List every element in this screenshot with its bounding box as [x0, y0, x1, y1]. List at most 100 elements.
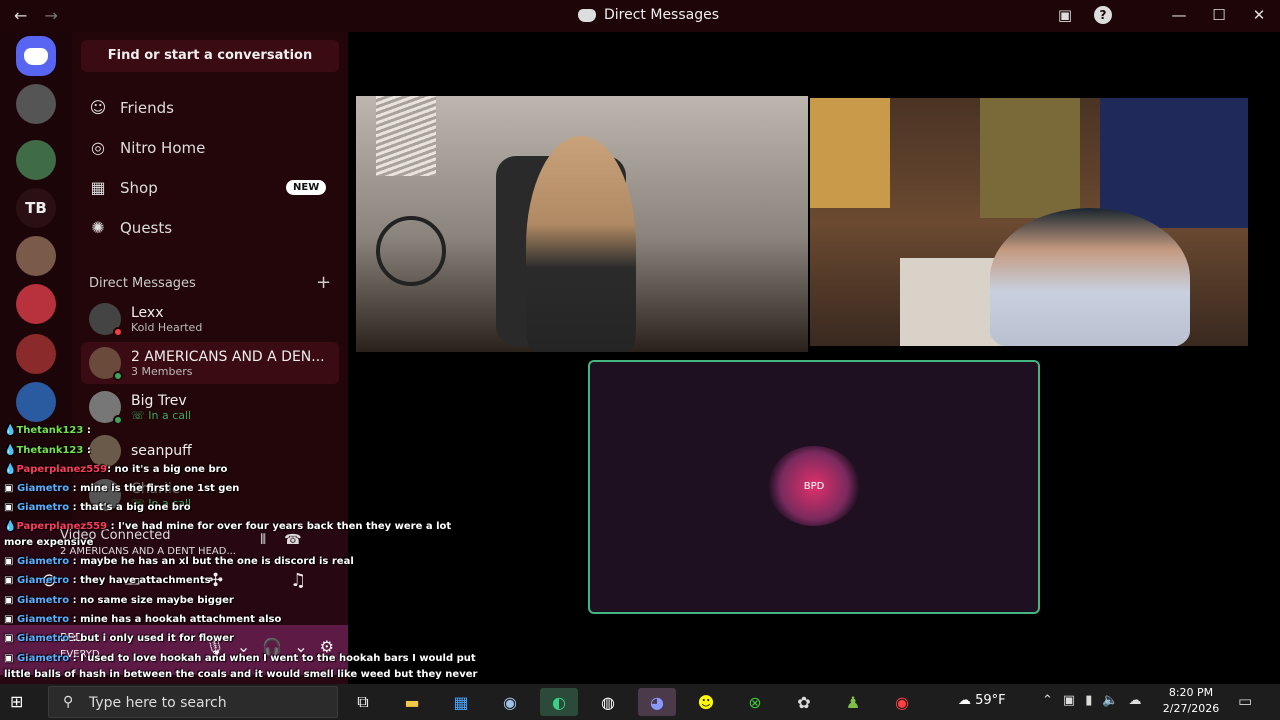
taskbar-search-box[interactable]: ⚲ Type here to search: [48, 686, 338, 718]
chess-icon[interactable]: ♟: [834, 688, 872, 716]
help-icon[interactable]: ?: [1094, 6, 1112, 24]
dm-item-lexx[interactable]: Lexx Kold Hearted: [81, 298, 339, 340]
nav-shop[interactable]: ▦ Shop: [88, 178, 158, 197]
volume-icon[interactable]: 🔈: [1102, 693, 1118, 708]
dm-name: 2 AMERICANS AND A DEN...: [131, 348, 325, 365]
screen-share-icon[interactable]: ▭: [124, 570, 141, 591]
obs-icon[interactable]: ◍: [589, 688, 627, 716]
camera-off-icon[interactable]: ⊘: [42, 570, 57, 591]
close-button[interactable]: ✕: [1248, 6, 1270, 24]
server-avatar[interactable]: [16, 236, 56, 276]
dm-item-group[interactable]: 2 AMERICANS AND A DEN... 3 Members: [81, 342, 339, 384]
minimize-button[interactable]: —: [1168, 6, 1190, 24]
video-tile-1[interactable]: [356, 96, 808, 352]
tray-app-icon[interactable]: ▣: [1063, 693, 1075, 708]
file-explorer-icon[interactable]: ▬: [393, 688, 431, 716]
avatar-caption: BPD: [803, 480, 825, 492]
soundboard-icon[interactable]: ⦀: [260, 532, 266, 548]
new-badge: NEW: [286, 180, 327, 195]
microsoft-store-icon[interactable]: ▦: [442, 688, 480, 716]
cloud-icon[interactable]: ☁: [1129, 693, 1142, 708]
headphones-icon[interactable]: 🎧: [262, 637, 282, 656]
dm-subtitle: ☏ In a call: [131, 408, 192, 422]
server-tb[interactable]: TB: [16, 188, 56, 228]
avatar: [89, 479, 121, 511]
voice-action-bar: ⊘ ▭ ✣ ♫: [8, 570, 340, 591]
back-icon[interactable]: ←: [14, 6, 27, 25]
server-avatar[interactable]: [16, 334, 56, 374]
voice-channel[interactable]: 2 AMERICANS AND A DENT HEAD...: [60, 546, 236, 557]
discord-taskbar-icon[interactable]: ◕: [638, 688, 676, 716]
mic-icon[interactable]: 🎙: [205, 637, 225, 656]
disconnect-icon[interactable]: ☎: [284, 532, 301, 548]
dm-subtitle: Kold Hearted: [131, 320, 203, 334]
quests-icon: ✺: [91, 218, 105, 237]
search-placeholder: Type here to search: [89, 695, 227, 711]
user-name: BBD: [60, 631, 84, 644]
windows-start-icon[interactable]: ⊞: [10, 692, 23, 711]
bike-graphic: [376, 216, 446, 286]
create-dm-button[interactable]: +: [316, 272, 331, 293]
recording-app-icon[interactable]: ◉: [883, 688, 921, 716]
server-avatar[interactable]: [16, 284, 56, 324]
chevron-up-icon[interactable]: ⌃: [1042, 693, 1053, 708]
voice-panel: Video Connected 2 AMERICANS AND A DENT H…: [0, 520, 348, 684]
status-dot: [113, 327, 123, 337]
nav-label: Quests: [120, 218, 173, 237]
snapchat-icon[interactable]: ☻: [687, 688, 725, 716]
window-title-text: Direct Messages: [604, 7, 720, 23]
find-conversation-button[interactable]: Find or start a conversation: [81, 40, 339, 72]
settings-gear-icon[interactable]: ⚙: [320, 637, 334, 656]
dm-item-big-trev[interactable]: Big Trev ☏ In a call: [81, 386, 339, 428]
status-dot: [113, 415, 123, 425]
chevron-down-icon[interactable]: ⌄: [294, 637, 307, 656]
friends-icon: ☺: [89, 98, 107, 117]
activities-icon[interactable]: ✣: [208, 570, 223, 591]
call-area: BPD: [348, 32, 1280, 684]
soundboard-button-icon[interactable]: ♫: [290, 570, 306, 591]
forward-icon[interactable]: →: [45, 6, 58, 25]
person-graphic: [990, 208, 1190, 346]
avatar: [89, 435, 121, 467]
server-avatar[interactable]: [16, 140, 56, 180]
nav-buttons: ← →: [14, 6, 70, 25]
notification-icon[interactable]: ▭: [1238, 692, 1252, 710]
person-graphic: [526, 136, 636, 352]
dm-section-header: Direct Messages: [89, 276, 196, 291]
nitro-icon: ◎: [91, 138, 105, 157]
clock[interactable]: 8:20 PM 2/27/2026: [1158, 685, 1224, 717]
server-avatar[interactable]: [16, 84, 56, 124]
nav-nitro-home[interactable]: ◎ Nitro Home: [88, 138, 205, 157]
window-blinds-graphic: [376, 96, 436, 176]
xbox-icon[interactable]: ⊗: [736, 688, 774, 716]
nav-quests[interactable]: ✺ Quests: [88, 218, 172, 237]
chevron-down-icon[interactable]: ⌄: [237, 637, 250, 656]
camera-off-tile[interactable]: BPD: [588, 360, 1040, 614]
discord-logo-icon: [24, 47, 48, 65]
discord-home-button[interactable]: [16, 36, 56, 76]
weather-widget[interactable]: ☁ 59°F: [958, 693, 1006, 708]
nav-friends[interactable]: ☺ Friends: [88, 98, 174, 117]
avatar: [89, 391, 123, 425]
tapestry-graphic: [980, 98, 1080, 218]
voice-status: Video Connected: [60, 528, 171, 543]
shop-icon: ▦: [90, 178, 106, 197]
dm-name: Big Trev: [131, 392, 187, 409]
usb-icon[interactable]: ▮: [1085, 693, 1092, 708]
app-icon[interactable]: ✿: [785, 688, 823, 716]
dm-item-charlie[interactable]: Charlie ☏ In a call: [81, 474, 339, 516]
edge-icon[interactable]: ◐: [540, 688, 578, 716]
inbox-icon[interactable]: ▣: [1054, 6, 1076, 24]
task-view-icon[interactable]: ⧉: [344, 688, 382, 716]
nav-label: Shop: [120, 178, 158, 197]
avatar: BPD: [768, 446, 860, 526]
dm-item-seanpuff[interactable]: seanpuff: [81, 430, 339, 472]
clock-date: 2/27/2026: [1162, 702, 1220, 715]
server-avatar[interactable]: [16, 382, 56, 422]
dm-subtitle-text: In a call: [148, 496, 192, 510]
steam-icon[interactable]: ◉: [491, 688, 529, 716]
maximize-button[interactable]: ☐: [1208, 6, 1230, 24]
user-controls: 🎙 ⌄ 🎧 ⌄ ⚙: [205, 637, 334, 656]
video-tile-2[interactable]: [810, 98, 1248, 346]
dm-subtitle-text: In a call: [148, 408, 192, 422]
